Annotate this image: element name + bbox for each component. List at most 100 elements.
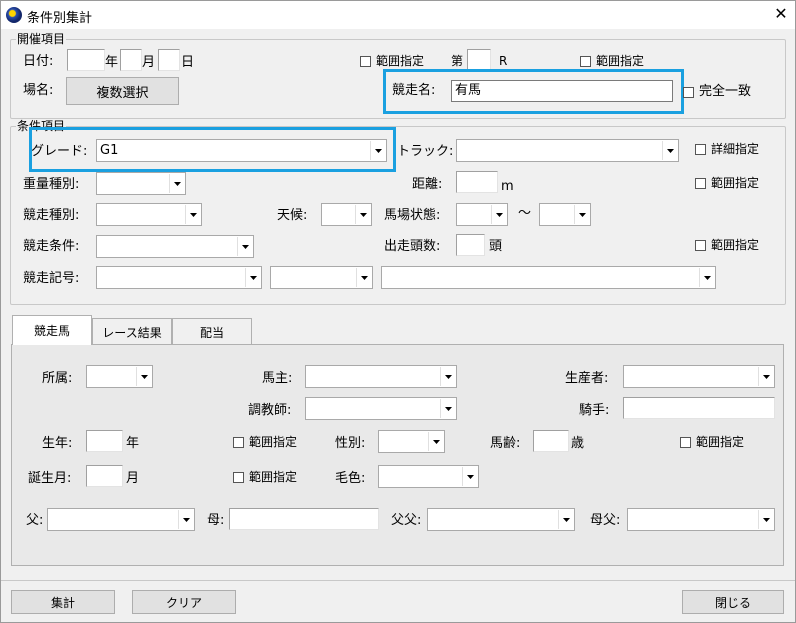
race-range-label: 範囲指定 bbox=[596, 54, 645, 68]
tab-payout[interactable]: 配当 bbox=[172, 318, 252, 345]
aggregate-button[interactable]: 集計 bbox=[11, 590, 115, 614]
birth-year-unit: 年 bbox=[126, 436, 140, 451]
age-input[interactable] bbox=[533, 430, 569, 452]
chevron-down-icon[interactable] bbox=[169, 174, 184, 193]
color-select[interactable] bbox=[378, 465, 479, 488]
breeder-select[interactable] bbox=[623, 365, 775, 388]
owner-select[interactable] bbox=[305, 365, 457, 388]
symbol-select-3[interactable] bbox=[381, 266, 716, 289]
baba-from-select[interactable] bbox=[456, 203, 508, 226]
weather-select[interactable] bbox=[321, 203, 372, 226]
age-label: 馬齢: bbox=[490, 436, 521, 451]
joken-group-label: 条件項目 bbox=[16, 119, 67, 133]
chevron-down-icon[interactable] bbox=[355, 205, 370, 224]
month-unit: 月 bbox=[142, 55, 156, 70]
chevron-down-icon[interactable] bbox=[574, 205, 589, 224]
day-input[interactable] bbox=[158, 49, 180, 71]
exact-match-checkbox[interactable] bbox=[683, 87, 694, 98]
symbol-select-2[interactable] bbox=[270, 266, 373, 289]
runners-range-label: 範囲指定 bbox=[711, 238, 760, 252]
race-range-checkbox[interactable] bbox=[580, 56, 591, 67]
chevron-down-icon[interactable] bbox=[136, 367, 151, 386]
window-title: 条件別集計 bbox=[27, 11, 93, 26]
runners-unit: 頭 bbox=[489, 239, 503, 254]
track-detail-checkbox[interactable] bbox=[695, 144, 706, 155]
runners-label: 出走頭数: bbox=[384, 239, 441, 254]
sex-label: 性別: bbox=[335, 436, 366, 451]
baba-tilde: ～ bbox=[518, 206, 532, 221]
tab-horse[interactable]: 競走馬 bbox=[12, 315, 92, 345]
title-bar: 条件別集計 ✕ bbox=[1, 1, 795, 29]
runners-input[interactable] bbox=[456, 234, 485, 256]
chevron-down-icon[interactable] bbox=[758, 367, 773, 386]
date-range-checkbox[interactable] bbox=[360, 56, 371, 67]
sire-select[interactable] bbox=[47, 508, 195, 531]
chevron-down-icon[interactable] bbox=[462, 467, 477, 486]
broodmare-sire-select[interactable] bbox=[427, 508, 575, 531]
symbol-select-1[interactable] bbox=[96, 266, 262, 289]
venue-multi-select-button[interactable]: 複数選択 bbox=[66, 77, 179, 105]
race-no-input[interactable] bbox=[467, 49, 491, 71]
sex-select[interactable] bbox=[378, 430, 445, 453]
chevron-down-icon[interactable] bbox=[440, 399, 455, 418]
track-detail-label: 詳細指定 bbox=[711, 142, 760, 156]
distance-range-label: 範囲指定 bbox=[711, 176, 760, 190]
owner-label: 馬主: bbox=[262, 371, 293, 386]
baba-to-select[interactable] bbox=[539, 203, 591, 226]
chevron-down-icon[interactable] bbox=[662, 141, 677, 160]
birth-month-range-label: 範囲指定 bbox=[249, 470, 298, 484]
chevron-down-icon[interactable] bbox=[356, 268, 371, 287]
dam-sire-select[interactable] bbox=[627, 508, 775, 531]
grade-select[interactable]: G1 bbox=[96, 139, 387, 162]
birth-month-input[interactable] bbox=[86, 465, 123, 487]
sire-label: 父: bbox=[26, 513, 44, 528]
race-type-select[interactable] bbox=[96, 203, 202, 226]
close-icon[interactable]: ✕ bbox=[769, 3, 793, 25]
distance-input[interactable] bbox=[456, 171, 498, 193]
chevron-down-icon[interactable] bbox=[237, 237, 252, 256]
date-label: 日付: bbox=[23, 54, 54, 69]
jockey-label: 騎手: bbox=[579, 403, 610, 418]
weight-type-select[interactable] bbox=[96, 172, 186, 195]
clear-button[interactable]: クリア bbox=[132, 590, 236, 614]
baba-label: 馬場状態: bbox=[384, 208, 441, 223]
jockey-input[interactable] bbox=[623, 397, 775, 419]
runners-range-checkbox[interactable] bbox=[695, 240, 706, 251]
dialog-window: 条件別集計 ✕ 開催項目 日付: 年 月 日 範囲指定 第 R 範囲指定 場名:… bbox=[0, 0, 796, 623]
track-select[interactable] bbox=[456, 139, 679, 162]
year-input[interactable] bbox=[67, 49, 105, 71]
condition-select[interactable] bbox=[96, 235, 254, 258]
exact-match-label: 完全一致 bbox=[699, 84, 752, 99]
close-button[interactable]: 閉じる bbox=[682, 590, 784, 614]
age-range-checkbox[interactable] bbox=[680, 437, 691, 448]
month-input[interactable] bbox=[120, 49, 142, 71]
chevron-down-icon[interactable] bbox=[558, 510, 573, 529]
chevron-down-icon[interactable] bbox=[699, 268, 714, 287]
race-no-suffix: R bbox=[499, 54, 508, 68]
birth-year-input[interactable] bbox=[86, 430, 123, 452]
weight-type-label: 重量種別: bbox=[23, 177, 80, 192]
chevron-down-icon[interactable] bbox=[758, 510, 773, 529]
dam-input[interactable] bbox=[229, 508, 379, 530]
distance-range-checkbox[interactable] bbox=[695, 178, 706, 189]
chevron-down-icon[interactable] bbox=[491, 205, 506, 224]
chevron-down-icon[interactable] bbox=[370, 141, 385, 160]
birth-month-range-checkbox[interactable] bbox=[233, 472, 244, 483]
broodmare-sire-label: 父父: bbox=[391, 513, 422, 528]
kaisai-group-label: 開催項目 bbox=[16, 32, 67, 46]
affiliation-select[interactable] bbox=[86, 365, 153, 388]
grade-select-value: G1 bbox=[100, 143, 119, 158]
tab-race-result[interactable]: レース結果 bbox=[92, 318, 172, 345]
bottom-divider bbox=[1, 580, 795, 581]
chevron-down-icon[interactable] bbox=[178, 510, 193, 529]
chevron-down-icon[interactable] bbox=[428, 432, 443, 451]
race-name-input[interactable]: 有馬 bbox=[451, 80, 673, 102]
grade-label: グレード: bbox=[31, 144, 88, 159]
birth-year-range-checkbox[interactable] bbox=[233, 437, 244, 448]
chevron-down-icon[interactable] bbox=[245, 268, 260, 287]
birth-year-range-label: 範囲指定 bbox=[249, 435, 298, 449]
venue-label: 場名: bbox=[23, 83, 54, 98]
trainer-select[interactable] bbox=[305, 397, 457, 420]
chevron-down-icon[interactable] bbox=[440, 367, 455, 386]
chevron-down-icon[interactable] bbox=[185, 205, 200, 224]
